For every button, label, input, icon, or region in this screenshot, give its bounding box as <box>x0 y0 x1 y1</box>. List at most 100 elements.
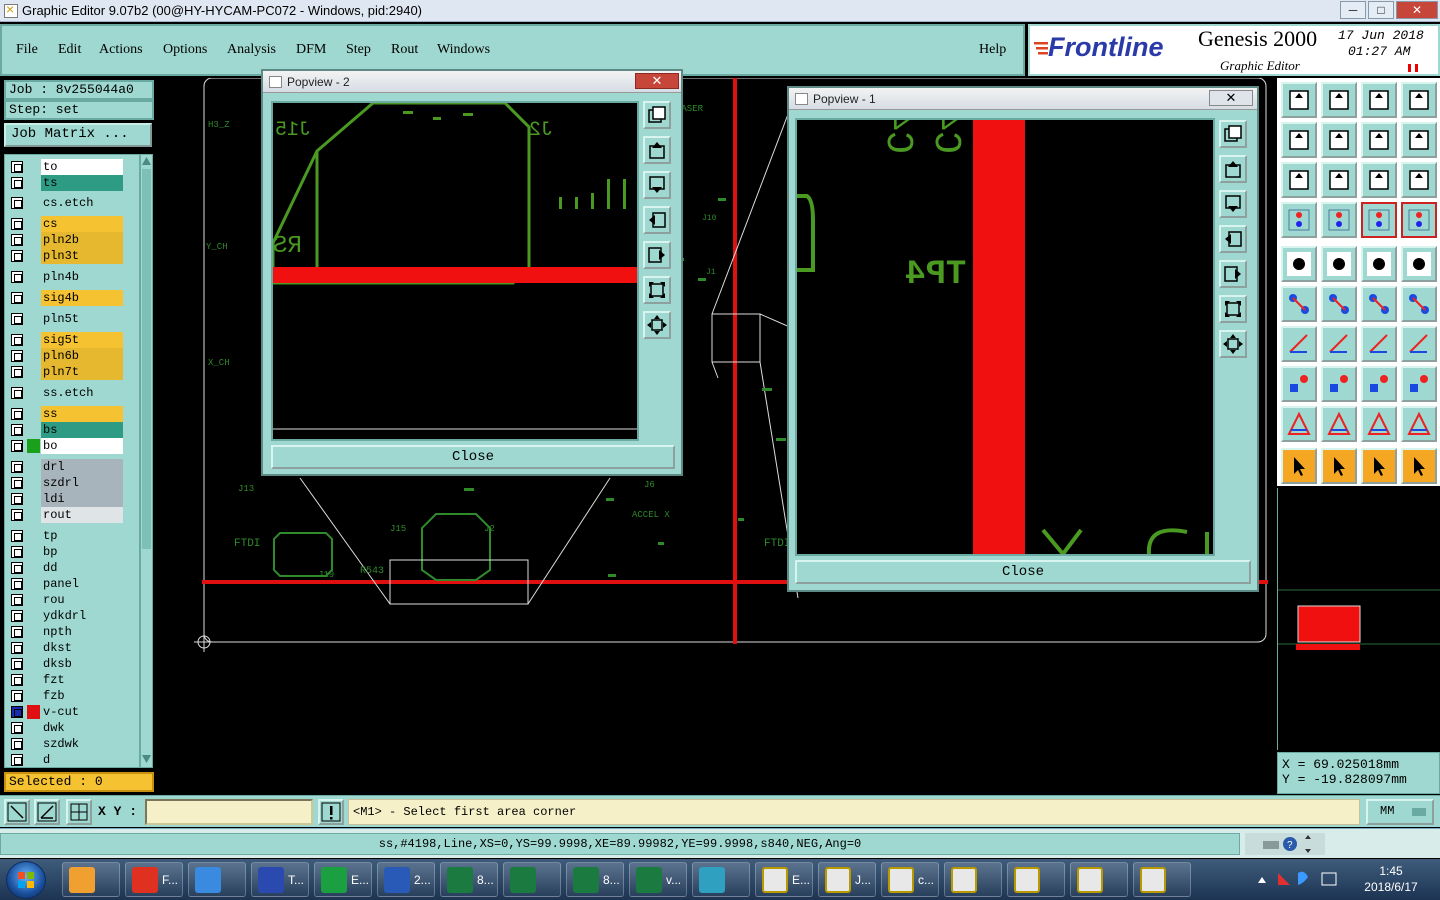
menu-file[interactable]: File <box>16 42 38 58</box>
popview-2-pan-left-button[interactable] <box>643 206 671 234</box>
popview-2-pan-right-button[interactable] <box>643 241 671 269</box>
layer-list-scrollbar[interactable] <box>140 154 153 768</box>
popview-2-zoom-fit-button[interactable] <box>643 276 671 304</box>
layer-checkbox[interactable] <box>11 493 23 505</box>
layer-checkbox[interactable] <box>11 690 23 702</box>
arc-tool-button[interactable] <box>1361 326 1397 362</box>
layer-checkbox[interactable] <box>11 161 23 173</box>
pan-left-button[interactable] <box>1281 122 1317 158</box>
taskbar-app-button[interactable] <box>62 862 120 897</box>
layer-checkbox[interactable] <box>11 594 23 606</box>
triangle-a-button[interactable] <box>1361 406 1397 442</box>
layer-checkbox[interactable] <box>11 461 23 473</box>
popview-2-pan-up-button[interactable] <box>643 136 671 164</box>
job-matrix-button[interactable]: Job Matrix ... <box>4 123 152 147</box>
layer-row[interactable]: szdwk <box>5 736 139 752</box>
menu-actions[interactable]: Actions <box>99 42 143 58</box>
layer-row[interactable]: pln7t <box>5 364 139 380</box>
layer-row[interactable]: cs.etch <box>5 195 139 211</box>
taskbar-app-button[interactable] <box>1007 862 1065 897</box>
split-view-button[interactable] <box>1361 122 1397 158</box>
menu-dfm[interactable]: DFM <box>296 42 326 58</box>
query-button[interactable] <box>1401 162 1437 198</box>
popview-1-viewport[interactable]: C48 C49 TP4 <box>795 118 1215 556</box>
layer-checkbox[interactable] <box>11 197 23 209</box>
traffic-light-button[interactable] <box>1361 202 1397 238</box>
dot-tool-button[interactable] <box>1401 246 1437 282</box>
popview-2-close-x-button[interactable]: ✕ <box>635 73 679 89</box>
layer-checkbox[interactable] <box>11 738 23 750</box>
layer-row[interactable]: ldi <box>5 491 139 507</box>
pad-tool-button[interactable] <box>1281 246 1317 282</box>
layer-row[interactable]: dd <box>5 560 139 576</box>
layer-row[interactable]: bo <box>5 438 139 454</box>
layer-checkbox[interactable] <box>11 530 23 542</box>
layer-checkbox[interactable] <box>11 440 23 452</box>
popview-2-zoom-in-button[interactable] <box>643 101 671 129</box>
popview-2-zoom-out-button[interactable] <box>643 311 671 339</box>
popview-1-zoom-fit-button[interactable] <box>1219 295 1247 323</box>
snake-view-button[interactable] <box>1401 122 1437 158</box>
popview-1-close-button[interactable]: Close <box>795 560 1251 584</box>
triangle-fill-button[interactable] <box>1401 406 1437 442</box>
layer-row[interactable]: pln3t <box>5 248 139 264</box>
taskbar-app-button[interactable]: E... <box>755 862 813 897</box>
pointer-path-button[interactable] <box>1401 448 1437 484</box>
layer-view-button[interactable] <box>1361 82 1397 118</box>
shape-tool-button[interactable] <box>1401 366 1437 402</box>
zoom-fit-all-button[interactable] <box>1281 162 1317 198</box>
layer-checkbox[interactable] <box>11 477 23 489</box>
taskbar-app-button[interactable]: T... <box>251 862 309 897</box>
minimize-button[interactable]: ─ <box>1340 1 1366 19</box>
maximize-button[interactable]: □ <box>1368 1 1394 19</box>
layer-row[interactable]: pln5t <box>5 311 139 327</box>
layer-row[interactable]: ts <box>5 175 139 191</box>
layer-checkbox[interactable] <box>11 754 23 766</box>
grid-mode-button[interactable] <box>66 799 92 825</box>
pan-right-button[interactable] <box>1321 122 1357 158</box>
zoom-center-button[interactable] <box>1321 162 1357 198</box>
layer-checkbox[interactable] <box>11 578 23 590</box>
layer-checkbox[interactable] <box>11 313 23 325</box>
popview-2-pan-down-button[interactable] <box>643 171 671 199</box>
taskbar-app-button[interactable]: 8... <box>566 862 624 897</box>
layer-checkbox[interactable] <box>11 642 23 654</box>
zoom-home-button[interactable] <box>1281 82 1317 118</box>
draw-line-button[interactable] <box>1281 326 1317 362</box>
layer-checkbox[interactable] <box>11 218 23 230</box>
menu-analysis[interactable]: Analysis <box>227 42 276 58</box>
layer-checkbox[interactable] <box>11 562 23 574</box>
layer-checkbox[interactable] <box>11 408 23 420</box>
menu-step[interactable]: Step <box>346 42 371 58</box>
layer-row[interactable]: pln4b <box>5 269 139 285</box>
taskbar-app-button[interactable] <box>1070 862 1128 897</box>
taskbar-clock[interactable]: 1:45 2018/6/17 <box>1356 863 1426 895</box>
layer-row[interactable]: v-cut <box>5 704 139 720</box>
taskbar-app-button[interactable]: c... <box>881 862 939 897</box>
layer-row[interactable]: dkst <box>5 640 139 656</box>
taskbar-app-button[interactable] <box>188 862 246 897</box>
triangle-select-button[interactable] <box>1281 406 1317 442</box>
layer-row[interactable]: ss.etch <box>5 385 139 401</box>
menu-rout[interactable]: Rout <box>391 42 418 58</box>
layer-row[interactable]: npth <box>5 624 139 640</box>
taskbar-app-button[interactable]: J... <box>818 862 876 897</box>
layer-row[interactable]: fzb <box>5 688 139 704</box>
fill-tool-button[interactable] <box>1401 326 1437 362</box>
pointer-circle-button[interactable] <box>1361 448 1397 484</box>
units-select[interactable]: MM <box>1366 799 1434 825</box>
layer-row[interactable]: bp <box>5 544 139 560</box>
taskbar-app-button[interactable] <box>1133 862 1191 897</box>
pointer-box-button[interactable] <box>1321 448 1357 484</box>
xy-input[interactable] <box>145 799 313 825</box>
node-insert-button[interactable] <box>1401 286 1437 322</box>
angle-mode-button[interactable] <box>34 799 60 825</box>
layer-checkbox[interactable] <box>11 546 23 558</box>
taskbar-app-button[interactable]: v... <box>629 862 687 897</box>
layer-row[interactable]: pln2b <box>5 232 139 248</box>
popview-1-pan-up-button[interactable] <box>1219 155 1247 183</box>
layer-checkbox[interactable] <box>11 177 23 189</box>
menu-windows[interactable]: Windows <box>437 42 490 58</box>
snap-mode-button[interactable] <box>4 799 30 825</box>
layer-checkbox[interactable] <box>11 722 23 734</box>
